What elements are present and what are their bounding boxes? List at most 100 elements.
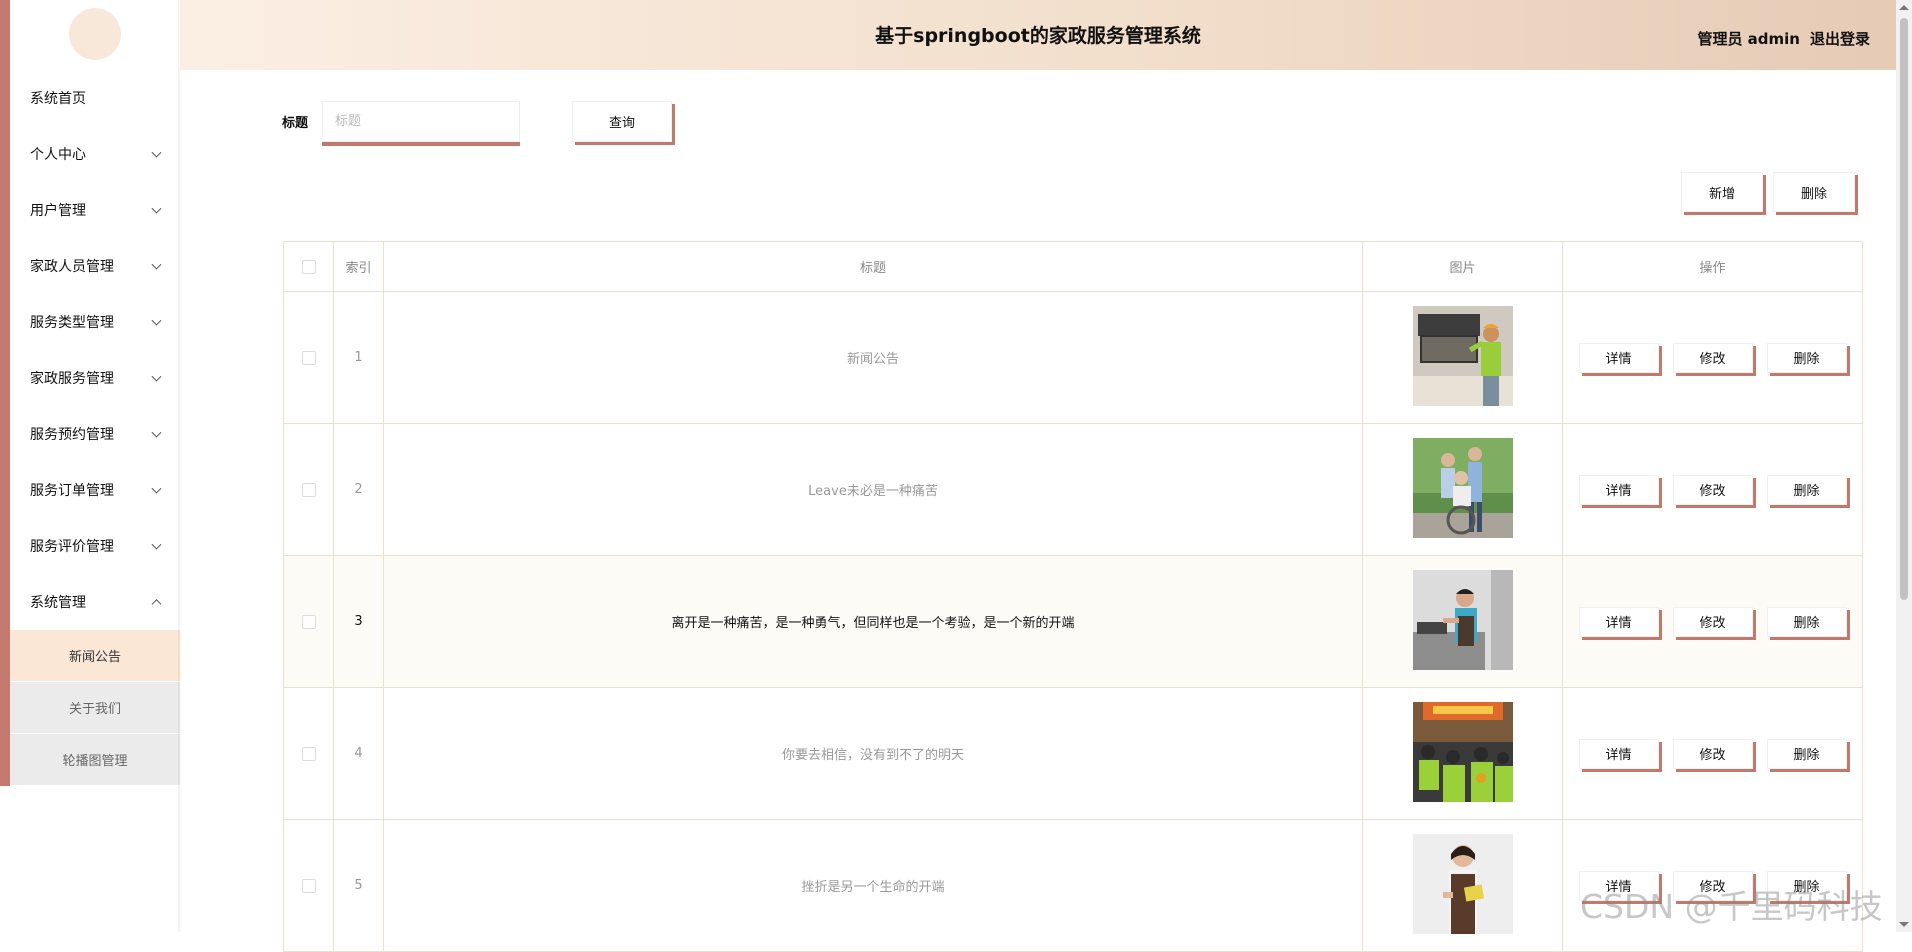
page-scrollbar[interactable] bbox=[1896, 0, 1912, 932]
row-thumbnail[interactable] bbox=[1412, 569, 1513, 674]
row-index: 1 bbox=[334, 292, 384, 423]
chevron-down-icon bbox=[151, 483, 162, 494]
row-title: 新闻公告 bbox=[384, 292, 1363, 423]
sidebar-item-booking-management[interactable]: 服务预约管理 bbox=[10, 406, 180, 462]
watermark: CSDN @千里码科技 bbox=[1580, 887, 1883, 926]
sidebar-subitem-about-us[interactable]: 关于我们 bbox=[10, 682, 180, 734]
row-ops: 详情 修改 删除 bbox=[1563, 424, 1862, 555]
sidebar-item-label: 服务预约管理 bbox=[30, 427, 114, 443]
sidebar-item-system-management[interactable]: 系统管理 bbox=[10, 574, 180, 630]
scroll-up-icon[interactable] bbox=[1899, 5, 1909, 10]
row-checkbox-cell bbox=[284, 688, 334, 819]
header-cell-title: 标题 bbox=[384, 242, 1363, 291]
row-ops: 详情 修改 删除 bbox=[1563, 688, 1862, 819]
sidebar-item-label: 家政人员管理 bbox=[30, 259, 114, 275]
row-checkbox[interactable] bbox=[301, 350, 316, 365]
chevron-down-icon bbox=[151, 203, 162, 214]
select-all-checkbox[interactable] bbox=[301, 259, 316, 274]
sidebar-subitem-news[interactable]: 新闻公告 bbox=[10, 630, 180, 682]
sidebar-item-home[interactable]: 系统首页 bbox=[10, 70, 180, 126]
sidebar-accent-rail bbox=[0, 0, 10, 786]
sidebar-item-service-type-management[interactable]: 服务类型管理 bbox=[10, 294, 180, 350]
news-table: 索引 标题 图片 操作 1 新闻公告 详情 修改 删除 2 Leave未必是一种… bbox=[283, 241, 1863, 952]
row-image-cell bbox=[1363, 424, 1563, 555]
row-title: 离开是一种痛苦，是一种勇气，但同样也是一个考验，是一个新的开端 bbox=[384, 556, 1363, 687]
delete-button[interactable]: 删除 bbox=[1766, 738, 1847, 769]
scroll-down-icon[interactable] bbox=[1899, 922, 1909, 927]
header-cell-index: 索引 bbox=[334, 242, 384, 291]
detail-button[interactable]: 详情 bbox=[1578, 474, 1659, 505]
chevron-down-icon bbox=[151, 371, 162, 382]
logout-link[interactable]: 退出登录 bbox=[1810, 28, 1870, 49]
row-thumbnail[interactable] bbox=[1412, 701, 1513, 806]
chevron-down-icon bbox=[151, 259, 162, 270]
search-label: 标题 bbox=[282, 116, 309, 131]
delete-button[interactable]: 删除 bbox=[1766, 474, 1847, 505]
row-checkbox[interactable] bbox=[301, 746, 316, 761]
sidebar-item-label: 个人中心 bbox=[30, 147, 86, 163]
add-button[interactable]: 新增 bbox=[1681, 172, 1763, 212]
delete-button[interactable]: 删除 bbox=[1766, 606, 1847, 637]
chevron-down-icon bbox=[151, 315, 162, 326]
chevron-up-icon bbox=[151, 599, 162, 610]
batch-delete-button[interactable]: 删除 bbox=[1773, 172, 1855, 212]
user-label: 管理员 admin bbox=[1697, 29, 1800, 48]
edit-button[interactable]: 修改 bbox=[1672, 474, 1753, 505]
row-index: 4 bbox=[334, 688, 384, 819]
sidebar-item-personal-center[interactable]: 个人中心 bbox=[10, 126, 180, 182]
scroll-thumb[interactable] bbox=[1900, 18, 1908, 600]
row-checkbox[interactable] bbox=[301, 614, 316, 629]
sidebar-item-label: 服务评价管理 bbox=[30, 539, 114, 555]
row-image-cell bbox=[1363, 556, 1563, 687]
user-area: 管理员 admin 退出登录 bbox=[1697, 0, 1870, 76]
row-ops: 详情 修改 删除 bbox=[1563, 292, 1862, 423]
row-index: 3 bbox=[334, 556, 384, 687]
sidebar-item-order-management[interactable]: 服务订单管理 bbox=[10, 462, 180, 518]
sidebar-subitem-carousel[interactable]: 轮播图管理 bbox=[10, 734, 180, 786]
row-thumbnail[interactable] bbox=[1412, 305, 1513, 410]
sidebar-item-label: 服务订单管理 bbox=[30, 483, 114, 499]
sidebar-menu: 系统首页 个人中心 用户管理 家政人员管理 服务类型管理 家政服务管理 服务预约… bbox=[10, 70, 180, 786]
row-checkbox-cell bbox=[284, 292, 334, 423]
row-index: 2 bbox=[334, 424, 384, 555]
detail-button[interactable]: 详情 bbox=[1578, 738, 1659, 769]
row-thumbnail[interactable] bbox=[1412, 437, 1513, 542]
sidebar-divider bbox=[178, 0, 182, 932]
table-row: 1 新闻公告 详情 修改 删除 bbox=[284, 292, 1862, 424]
table-header-row: 索引 标题 图片 操作 bbox=[284, 242, 1862, 292]
row-title: 你要去相信，没有到不了的明天 bbox=[384, 688, 1363, 819]
row-title: 挫折是另一个生命的开端 bbox=[384, 820, 1363, 951]
delete-button[interactable]: 删除 bbox=[1766, 342, 1847, 373]
sidebar-item-label: 家政服务管理 bbox=[30, 371, 114, 387]
detail-button[interactable]: 详情 bbox=[1578, 342, 1659, 373]
row-title: Leave未必是一种痛苦 bbox=[384, 424, 1363, 555]
table-row: 3 离开是一种痛苦，是一种勇气，但同样也是一个考验，是一个新的开端 详情 修改 … bbox=[284, 556, 1862, 688]
sidebar-item-label: 服务类型管理 bbox=[30, 315, 114, 331]
sidebar-item-user-management[interactable]: 用户管理 bbox=[10, 182, 180, 238]
row-checkbox-cell bbox=[284, 424, 334, 555]
sidebar: 系统首页 个人中心 用户管理 家政人员管理 服务类型管理 家政服务管理 服务预约… bbox=[0, 0, 182, 932]
header-cell-image: 图片 bbox=[1363, 242, 1563, 291]
sidebar-item-label: 系统首页 bbox=[30, 91, 86, 107]
sidebar-subitem-label: 关于我们 bbox=[68, 702, 121, 717]
detail-button[interactable]: 详情 bbox=[1578, 606, 1659, 637]
chevron-down-icon bbox=[151, 427, 162, 438]
edit-button[interactable]: 修改 bbox=[1672, 342, 1753, 373]
row-checkbox-cell bbox=[284, 556, 334, 687]
row-ops: 详情 修改 删除 bbox=[1563, 556, 1862, 687]
query-button[interactable]: 查询 bbox=[572, 101, 672, 142]
top-header: 基于springboot的家政服务管理系统 管理员 admin 退出登录 bbox=[180, 0, 1896, 70]
chevron-down-icon bbox=[151, 147, 162, 158]
row-checkbox[interactable] bbox=[301, 878, 316, 893]
sidebar-item-review-management[interactable]: 服务评价管理 bbox=[10, 518, 180, 574]
sidebar-subitem-label: 轮播图管理 bbox=[62, 754, 128, 769]
page-title: 基于springboot的家政服务管理系统 bbox=[875, 25, 1201, 47]
sidebar-item-service-management[interactable]: 家政服务管理 bbox=[10, 350, 180, 406]
search-input[interactable] bbox=[322, 101, 520, 142]
sidebar-item-staff-management[interactable]: 家政人员管理 bbox=[10, 238, 180, 294]
sidebar-subitem-label: 新闻公告 bbox=[68, 650, 121, 665]
row-thumbnail[interactable] bbox=[1412, 833, 1513, 938]
row-checkbox[interactable] bbox=[301, 482, 316, 497]
edit-button[interactable]: 修改 bbox=[1672, 738, 1753, 769]
edit-button[interactable]: 修改 bbox=[1672, 606, 1753, 637]
